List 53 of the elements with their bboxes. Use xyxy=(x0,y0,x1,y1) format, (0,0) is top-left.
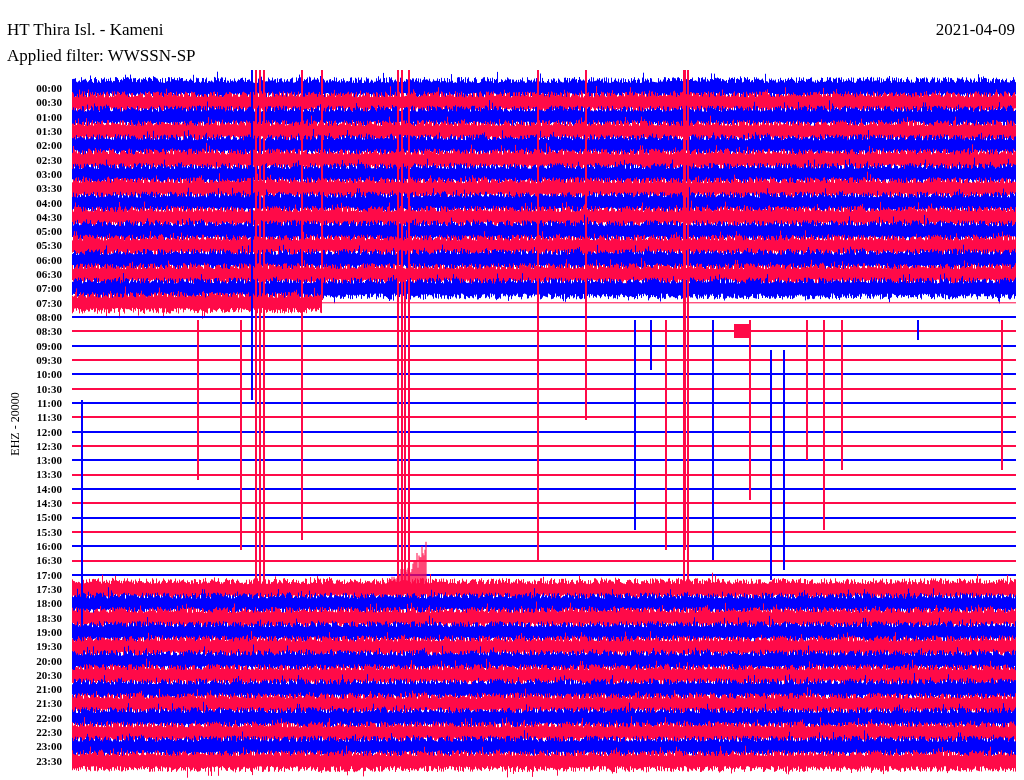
time-label: 17:30 xyxy=(36,581,62,597)
station-title: HT Thira Isl. - Kameni xyxy=(7,20,164,40)
time-label: 11:00 xyxy=(36,395,62,411)
time-label: 21:30 xyxy=(36,696,62,711)
time-label: 20:30 xyxy=(36,667,62,683)
time-label: 14:00 xyxy=(36,481,62,497)
time-label: 00:30 xyxy=(36,95,62,110)
time-label: 02:30 xyxy=(36,152,62,167)
time-label: 09:00 xyxy=(36,338,62,353)
time-label: 22:00 xyxy=(36,710,62,726)
time-label: 07:00 xyxy=(36,281,62,296)
time-label: 19:30 xyxy=(36,639,62,654)
time-label: 18:00 xyxy=(36,596,62,611)
time-label: 14:30 xyxy=(36,496,62,511)
time-label: 21:00 xyxy=(36,682,62,697)
time-label: 19:00 xyxy=(36,624,62,640)
time-label: 08:30 xyxy=(36,324,62,339)
time-label: 01:30 xyxy=(36,123,62,139)
time-label: 16:30 xyxy=(36,553,62,568)
time-label: 12:30 xyxy=(36,438,62,454)
event-blob xyxy=(734,324,750,338)
time-label: 18:30 xyxy=(36,610,62,625)
time-label: 05:30 xyxy=(36,238,62,253)
time-label: 16:00 xyxy=(36,539,62,554)
date-label: 2021-04-09 xyxy=(935,20,1016,40)
time-label: 06:00 xyxy=(36,252,62,268)
time-label: 01:00 xyxy=(36,109,62,124)
time-label: 04:00 xyxy=(36,195,62,210)
time-label: 15:00 xyxy=(36,510,62,525)
channel-label: EHZ - 20000 xyxy=(7,391,23,458)
time-label: 03:00 xyxy=(36,166,62,182)
time-label: 07:30 xyxy=(36,295,62,310)
time-label: 13:00 xyxy=(36,453,62,468)
time-label: 10:00 xyxy=(36,367,62,382)
time-label: 10:30 xyxy=(36,381,62,396)
time-label: 23:30 xyxy=(36,753,62,768)
time-label: 15:30 xyxy=(36,524,62,539)
time-label: 06:30 xyxy=(36,267,62,282)
time-label: 23:00 xyxy=(36,739,62,754)
time-label: 20:00 xyxy=(36,653,62,668)
time-label: 09:30 xyxy=(36,352,62,368)
time-label: 05:00 xyxy=(36,224,62,239)
time-label: 02:00 xyxy=(36,138,62,153)
time-label: 13:30 xyxy=(36,467,62,482)
time-label: 17:00 xyxy=(36,567,62,582)
filter-label: Applied filter: WWSSN-SP xyxy=(7,46,196,65)
time-label: 11:30 xyxy=(36,410,62,425)
time-label: 00:00 xyxy=(36,81,62,96)
time-label: 08:00 xyxy=(36,310,62,325)
time-label: 12:00 xyxy=(36,424,62,439)
time-label: 04:30 xyxy=(36,209,62,225)
time-label: 03:30 xyxy=(36,181,62,196)
time-label: 22:30 xyxy=(36,725,62,740)
